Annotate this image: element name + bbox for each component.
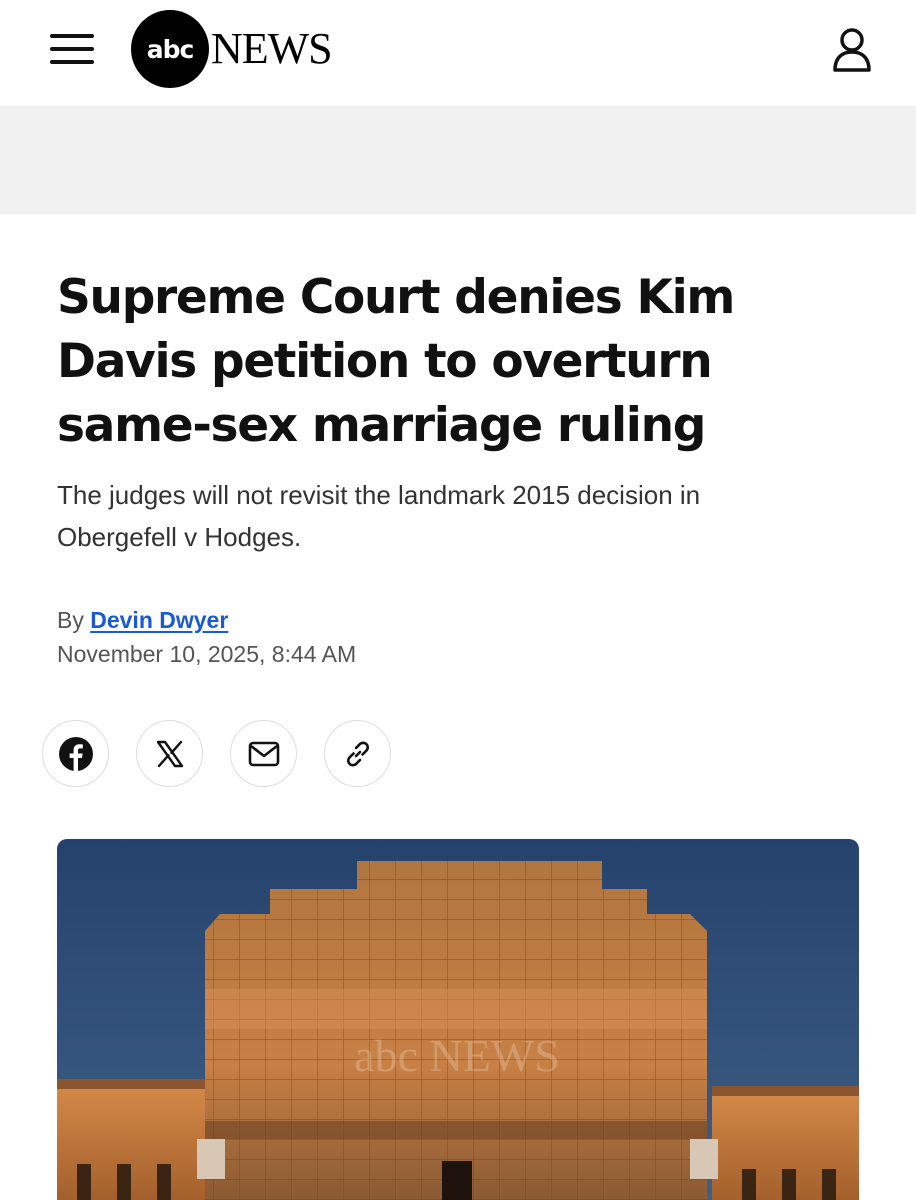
mail-icon — [248, 741, 279, 766]
byline: By Devin Dwyer — [57, 604, 228, 636]
menu-bar-line — [50, 34, 94, 38]
article-subheadline: The judges will not revisit the landmark… — [57, 480, 701, 552]
author-link[interactable]: Devin Dwyer — [90, 607, 228, 633]
hero-watermark: abc NEWS — [354, 1030, 560, 1081]
x-icon — [156, 740, 183, 767]
ad-placeholder — [0, 106, 916, 214]
share-facebook-button[interactable] — [42, 720, 109, 787]
top-navigation-bar: abc NEWS — [0, 0, 916, 106]
abc-logo-circle: abc — [131, 10, 209, 88]
user-account-icon[interactable] — [826, 26, 878, 74]
menu-bar-line — [50, 60, 94, 64]
logo-circle-text: abc — [146, 34, 195, 64]
share-email-button[interactable] — [230, 720, 297, 787]
article-headline: Supreme Court denies Kim Davis petition … — [57, 270, 735, 453]
publish-timestamp: November 10, 2025, 8:44 AM — [57, 641, 357, 667]
share-x-button[interactable] — [136, 720, 203, 787]
abc-news-logo[interactable]: abc NEWS — [131, 10, 333, 88]
hamburger-menu-icon[interactable] — [50, 34, 96, 66]
copy-link-button[interactable] — [324, 720, 391, 787]
byline-prefix: By — [57, 607, 84, 633]
link-icon — [346, 741, 369, 766]
share-bar — [42, 720, 391, 787]
logo-wordmark: NEWS — [211, 24, 333, 73]
facebook-icon — [58, 736, 93, 771]
menu-bar-line — [50, 47, 94, 51]
article-hero-image: abc NEWS — [57, 839, 859, 1200]
